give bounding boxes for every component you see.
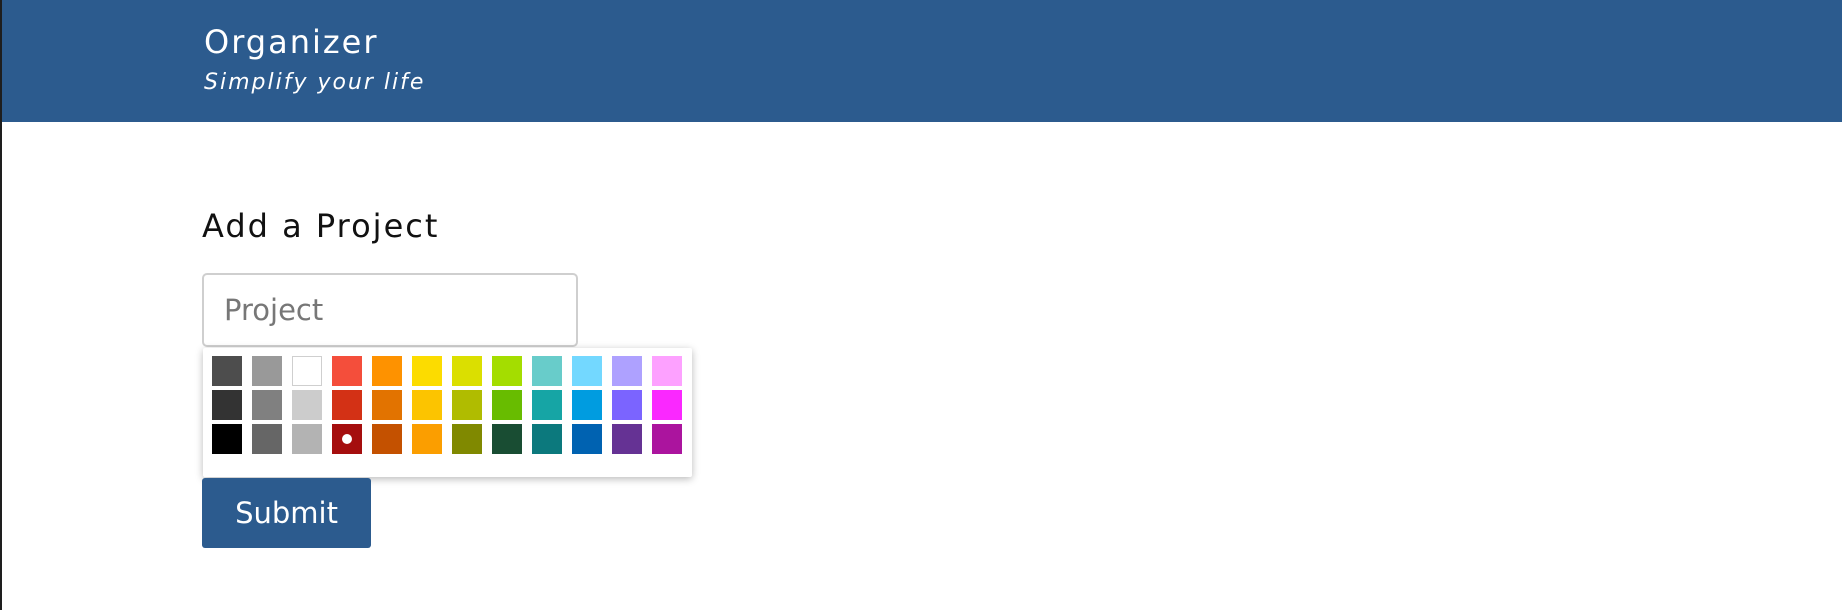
color-swatch[interactable] <box>532 424 562 454</box>
color-swatch[interactable] <box>372 356 402 386</box>
color-swatch[interactable] <box>292 390 322 420</box>
color-swatch[interactable] <box>532 356 562 386</box>
color-swatch-row <box>212 424 692 454</box>
app-header: Organizer Simplify your life <box>2 0 1842 122</box>
color-swatch[interactable] <box>372 390 402 420</box>
color-swatch[interactable] <box>492 356 522 386</box>
color-swatch[interactable] <box>572 424 602 454</box>
color-swatch[interactable] <box>452 356 482 386</box>
color-picker-palette <box>203 348 692 477</box>
color-swatch[interactable] <box>252 424 282 454</box>
color-swatch[interactable] <box>532 390 562 420</box>
color-swatch[interactable] <box>452 390 482 420</box>
app-tagline: Simplify your life <box>204 70 426 95</box>
color-swatch[interactable] <box>292 424 322 454</box>
color-swatch-row <box>212 356 692 386</box>
selected-indicator-icon <box>342 434 352 444</box>
color-swatch-row <box>212 390 692 420</box>
color-swatch[interactable] <box>372 424 402 454</box>
color-swatch[interactable] <box>452 424 482 454</box>
color-swatch[interactable] <box>252 390 282 420</box>
color-swatch[interactable] <box>612 356 642 386</box>
color-swatch[interactable] <box>652 356 682 386</box>
color-swatch[interactable] <box>412 390 442 420</box>
submit-button[interactable]: Submit <box>202 478 371 548</box>
color-swatch[interactable] <box>652 390 682 420</box>
color-swatch[interactable] <box>332 390 362 420</box>
color-swatch[interactable] <box>492 424 522 454</box>
color-swatch[interactable] <box>252 356 282 386</box>
form-title: Add a Project <box>202 207 440 245</box>
color-swatch[interactable] <box>492 390 522 420</box>
color-swatch[interactable] <box>212 356 242 386</box>
color-swatch[interactable] <box>412 424 442 454</box>
color-swatch[interactable] <box>572 390 602 420</box>
color-swatch[interactable] <box>332 356 362 386</box>
color-swatch[interactable] <box>652 424 682 454</box>
color-swatch[interactable] <box>212 424 242 454</box>
color-swatch[interactable] <box>612 390 642 420</box>
app-title: Organizer <box>204 23 379 61</box>
color-swatch[interactable] <box>212 390 242 420</box>
color-swatch[interactable] <box>332 424 362 454</box>
color-swatch[interactable] <box>572 356 602 386</box>
color-swatch[interactable] <box>412 356 442 386</box>
color-swatch[interactable] <box>292 356 322 386</box>
color-swatch[interactable] <box>612 424 642 454</box>
project-name-input[interactable] <box>202 273 578 347</box>
